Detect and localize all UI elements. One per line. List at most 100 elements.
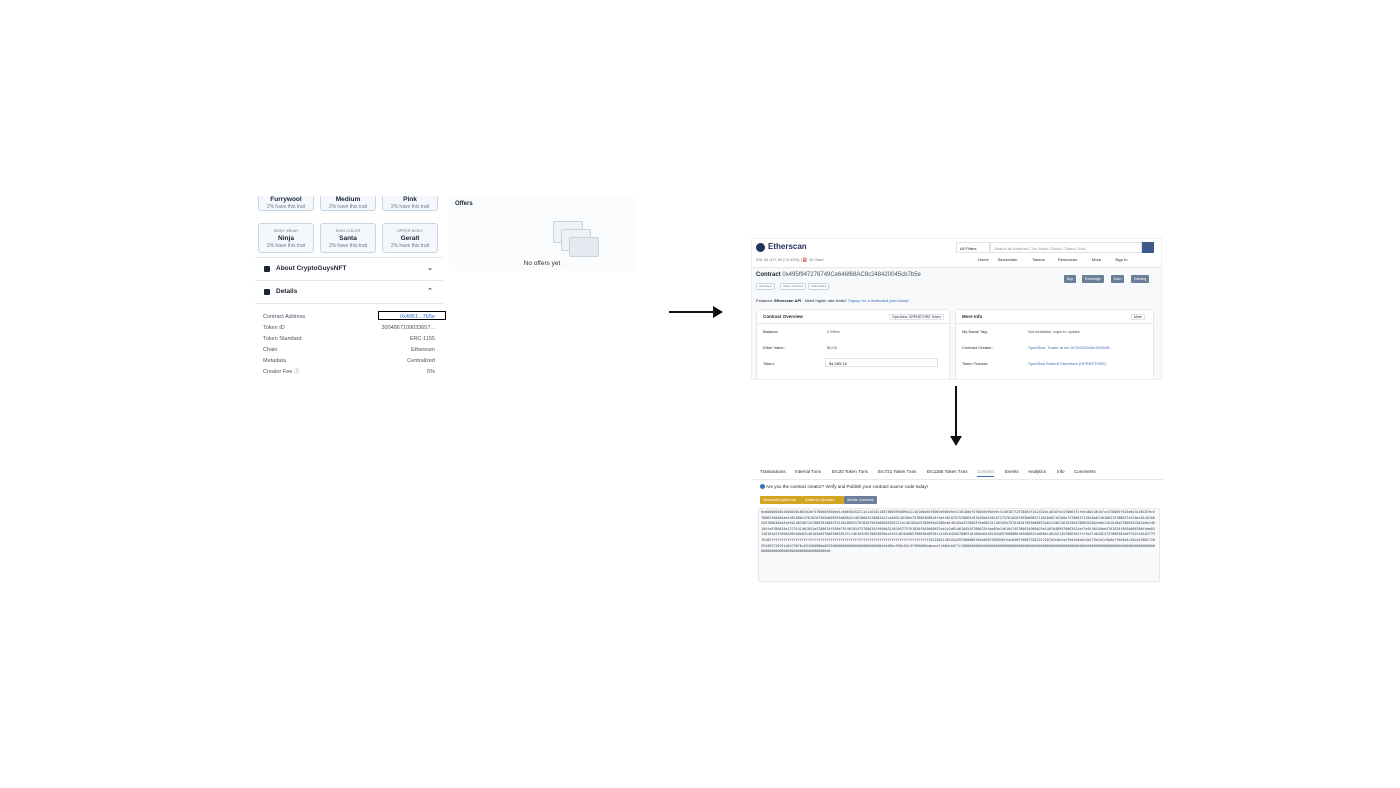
tab-transactions[interactable]: Transactions <box>760 469 786 474</box>
featured-api: Etherscan API <box>774 298 802 303</box>
trait-card[interactable]: Furrywool 2% have this trait <box>258 196 314 211</box>
detail-key: Token ID <box>263 325 285 331</box>
tab-events[interactable]: Events <box>1005 469 1019 474</box>
more-dropdown[interactable]: More <box>1131 314 1145 320</box>
overview-title: Contract Overview <box>763 314 803 319</box>
chevron-down-icon: ⌄ <box>427 265 433 272</box>
name-tag-value[interactable]: Not Available, login to update <box>1028 329 1080 334</box>
details-accordion[interactable]: Details ⌃ <box>255 280 443 303</box>
nav-blockchain[interactable]: Blockchain <box>998 257 1017 262</box>
detail-value: ERC-1155 <box>409 336 435 342</box>
tracker-label: Token Tracker: <box>962 361 989 366</box>
more-info-title: More Info <box>962 314 983 319</box>
search-button[interactable] <box>1142 242 1154 253</box>
tab-info[interactable]: Info <box>1057 469 1065 474</box>
detail-key: Chain <box>263 347 278 353</box>
arrow-down-icon <box>950 436 962 446</box>
contract-overview-card: Contract Overview OpenSea: OPENSTORE Tok… <box>756 309 950 379</box>
tab-erc20[interactable]: Erc20 Token Txns <box>832 469 868 474</box>
similar-contracts-button[interactable]: Similar Contracts <box>844 496 877 504</box>
trait-card[interactable]: BODY WEAR Ninja 2% have this trait <box>258 223 314 253</box>
list-icon <box>264 266 270 272</box>
detail-key: Creator Fee ⓘ <box>263 369 300 375</box>
search-filter-select[interactable]: All Filters <box>956 242 990 253</box>
detail-value: Ethereum <box>411 347 435 353</box>
token-value: $4,085.16 <box>829 361 847 366</box>
trait-type: BODY WEAR <box>273 228 299 233</box>
contract-title: Contract 0x495f947276749Ce646f68AC8c2484… <box>756 272 921 278</box>
etherscan-logo-icon <box>756 243 765 252</box>
trait-rarity: 2% have this trait <box>390 243 430 249</box>
opensea-item-panel: Furrywool 2% have this trait Medium 2% h… <box>255 196 443 386</box>
trait-card[interactable]: UPPER BODY Geralt 2% have this trait <box>382 223 438 253</box>
trait-type: UPPER BODY <box>396 228 424 233</box>
tab-erc721[interactable]: Erc721 Token Txns <box>878 469 916 474</box>
tab-internal-txns[interactable]: Internal Txns <box>795 469 821 474</box>
trait-rarity: 2% have this trait <box>328 243 368 249</box>
detail-key: Token Standard <box>263 336 302 342</box>
tag-badge[interactable]: OpenSea <box>756 283 775 290</box>
exchange-button[interactable]: Exchange <box>1082 275 1104 283</box>
arrow-right-icon <box>713 306 723 318</box>
trait-card[interactable]: Pink 2% have this trait <box>382 196 438 211</box>
tab-comments[interactable]: Comments <box>1074 469 1096 474</box>
ether-value: $0.00 <box>827 345 838 350</box>
token-dropdown[interactable]: $4,085.16 <box>825 358 938 367</box>
detail-key: Metadata <box>263 358 286 364</box>
eth-price: Eth: $1,317.50 (+0.45%) | ⛽ 15 Gwei <box>756 257 824 262</box>
detail-row: Token ID 3004867109033657... <box>255 323 443 333</box>
creator-label: Contract Creator: <box>962 345 993 350</box>
offers-panel: Offers No offers yet <box>449 196 635 271</box>
detail-row: Creator Fee ⓘ 5% <box>255 367 443 377</box>
trait-card[interactable]: Medium 2% have this trait <box>320 196 376 211</box>
creator-value[interactable]: OpenSea: Trader at txn 0x7b9312d5e7b53cf… <box>1028 345 1113 350</box>
trait-rarity: 2% have this trait <box>390 204 430 210</box>
balance-value: 0 Ether <box>827 329 840 334</box>
buy-button[interactable]: Buy <box>1064 275 1077 283</box>
gaming-button[interactable]: Gaming <box>1131 275 1150 283</box>
tab-analytics[interactable]: Analytics <box>1028 469 1046 474</box>
details-icon <box>264 289 270 295</box>
detail-value: 5% <box>427 369 435 375</box>
tab-contract[interactable]: Contract <box>977 469 995 477</box>
verify-text[interactable]: Are you the contract creator? Verify and… <box>766 484 928 489</box>
featured-link[interactable]: Signup for a dedicated plan today! <box>848 298 909 303</box>
detail-value: Centralized <box>407 358 435 364</box>
balance-label: Balance: <box>763 329 779 334</box>
nav-more[interactable]: More <box>1092 257 1101 262</box>
detail-row: Metadata Centralized <box>255 356 443 366</box>
details-label: Details <box>276 288 298 295</box>
token-label: Token: <box>763 361 775 366</box>
switch-opcodes-button[interactable]: Switch to Opcodes View <box>802 496 844 510</box>
etherscan-logo[interactable]: Etherscan <box>768 242 807 251</box>
trait-value: Furrywool <box>270 196 302 203</box>
bytecode-box[interactable]: 0x60806040526004361061020f5760003560e01c… <box>758 508 1160 582</box>
nav-resources[interactable]: Resources <box>1058 257 1077 262</box>
contract-address: 0x495f947276749Ce646f68AC8c248420045cb7b… <box>782 272 921 278</box>
tracker-value[interactable]: OpenSea Shared Storefront (OPENSTORE) <box>1028 361 1106 366</box>
earn-button[interactable]: Earn <box>1111 275 1125 283</box>
nav-home[interactable]: Home <box>978 257 989 262</box>
tab-erc1155[interactable]: Erc1155 Token Txns <box>927 469 968 474</box>
detail-row: Token Standard ERC-1155 <box>255 334 443 344</box>
contract-address-highlight <box>378 311 446 320</box>
arrow-right-line <box>669 311 715 313</box>
tag-badge[interactable]: Token Contract <box>780 283 807 290</box>
more-info-card: More Info More My Name Tag: Not Availabl… <box>955 309 1154 379</box>
nav-tokens[interactable]: Tokens <box>1032 257 1045 262</box>
tag-badge[interactable]: Collectibles <box>808 283 830 290</box>
offers-title: Offers <box>455 201 473 207</box>
overview-badge[interactable]: OpenSea: OPENSTORE Token <box>889 314 944 320</box>
trait-rarity: 2% have this trait <box>266 243 306 249</box>
no-offers-text: No offers yet <box>523 260 561 267</box>
decompile-bytecode-button[interactable]: Decompile ByteCode <box>760 496 802 504</box>
chevron-up-icon: ⌃ <box>427 288 433 295</box>
trait-card[interactable]: SKIN COLOR Santa 2% have this trait <box>320 223 376 253</box>
trait-value: Santa <box>339 235 357 242</box>
detail-value: 3004867109033657... <box>381 325 435 331</box>
search-input[interactable]: Search by Address / Txn Hash / Block / T… <box>990 242 1142 253</box>
etherscan-contract-page: Etherscan Eth: $1,317.50 (+0.45%) | ⛽ 15… <box>751 238 1162 380</box>
nav-sign-in[interactable]: Sign In <box>1115 257 1127 262</box>
about-accordion[interactable]: About CryptoGuysNFT ⌄ <box>255 257 443 280</box>
trait-value: Pink <box>403 196 417 203</box>
